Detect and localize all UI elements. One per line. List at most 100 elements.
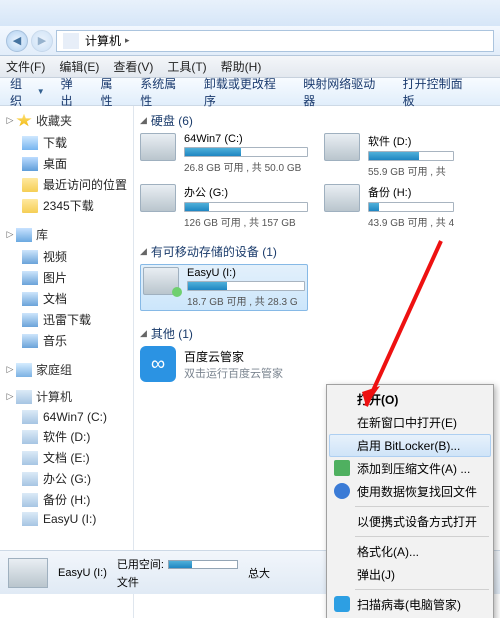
ctx-add-archive[interactable]: 添加到压缩文件(A) ... (329, 457, 491, 480)
usage-bar (368, 202, 454, 212)
drive-item[interactable]: 办公 (G:) 126 GB 可用 , 共 157 GB (140, 184, 308, 229)
ctx-format[interactable]: 格式化(A)... (329, 540, 491, 563)
usage-bar (184, 202, 308, 212)
sidebar: ▷收藏夹 下载 桌面 最近访问的位置 2345下载 ▷库 视频 图片 文档 迅雷… (0, 106, 134, 618)
homegroup-icon (16, 363, 32, 377)
main-area: ▷收藏夹 下载 桌面 最近访问的位置 2345下载 ▷库 视频 图片 文档 迅雷… (0, 106, 500, 618)
disk-icon (22, 430, 38, 444)
sidebar-item[interactable]: 迅雷下载 (4, 309, 129, 330)
shield-icon (334, 596, 350, 612)
section-other[interactable]: ◢其他 (1) (140, 325, 500, 342)
drive-item[interactable]: 软件 (D:) 55.9 GB 可用 , 共 (324, 133, 454, 178)
disk-icon (324, 184, 360, 212)
toolbar: 组织▼ 弹出 属性 系统属性 卸载或更改程序 映射网络驱动器 打开控制面板 (0, 78, 500, 106)
sidebar-item[interactable]: 备份 (H:) (4, 489, 129, 510)
drive-name: 办公 (G:) (184, 184, 308, 200)
titlebar (0, 0, 500, 26)
ctx-enable-bitlocker[interactable]: 启用 BitLocker(B)... (329, 434, 491, 457)
pictures-icon (22, 271, 38, 285)
drive-stat: 26.8 GB 可用 , 共 50.0 GB (184, 159, 308, 174)
status-disk-icon (8, 558, 48, 588)
usage-bar (184, 147, 308, 157)
sidebar-item[interactable]: 文档 (E:) (4, 447, 129, 468)
sidebar-homegroup-head[interactable]: ▷家庭组 (4, 361, 129, 378)
sidebar-item[interactable]: 桌面 (4, 153, 129, 174)
forward-button[interactable]: ▶ (31, 30, 53, 52)
menu-file[interactable]: 文件(F) (6, 58, 45, 75)
sidebar-homegroup: ▷家庭组 (4, 361, 129, 378)
sidebar-item[interactable]: 办公 (G:) (4, 468, 129, 489)
sidebar-item[interactable]: 文档 (4, 288, 129, 309)
recover-icon (334, 483, 350, 499)
sidebar-item[interactable]: 图片 (4, 267, 129, 288)
drive-stat: 55.9 GB 可用 , 共 (368, 163, 454, 178)
music-icon (22, 334, 38, 348)
drive-item[interactable]: 64Win7 (C:) 26.8 GB 可用 , 共 50.0 GB (140, 133, 308, 178)
toolbar-organize[interactable]: 组织▼ (10, 75, 45, 109)
sidebar-item[interactable]: 音乐 (4, 330, 129, 351)
menu-edit[interactable]: 编辑(E) (59, 58, 99, 75)
toolbar-uninstall[interactable]: 卸载或更改程序 (204, 75, 287, 109)
other-name: 百度云管家 (184, 348, 283, 365)
ctx-portable-open[interactable]: 以便携式设备方式打开 (329, 510, 491, 533)
usage-bar (187, 281, 305, 291)
drive-name: 64Win7 (C:) (184, 133, 308, 145)
ctx-open[interactable]: 打开(O) (329, 388, 491, 411)
ctx-separator (355, 589, 489, 590)
menu-view[interactable]: 查看(V) (113, 58, 153, 75)
ctx-open-new-window[interactable]: 在新窗口中打开(E) (329, 411, 491, 434)
sidebar-item[interactable]: 最近访问的位置 (4, 174, 129, 195)
menu-help[interactable]: 帮助(H) (221, 58, 262, 75)
other-item[interactable]: ∞ 百度云管家 双击运行百度云管家 (134, 346, 500, 382)
drive-stat: 18.7 GB 可用 , 共 28.3 G (187, 293, 305, 308)
drive-item[interactable]: 备份 (H:) 43.9 GB 可用 , 共 49 (324, 184, 454, 229)
toolbar-properties[interactable]: 属性 (100, 75, 124, 109)
drive-stat: 43.9 GB 可用 , 共 49 (368, 214, 454, 229)
documents-icon (22, 292, 38, 306)
sidebar-favorites: ▷收藏夹 下载 桌面 最近访问的位置 2345下载 (4, 112, 129, 216)
content-pane: ◢硬盘 (6) 64Win7 (C:) 26.8 GB 可用 , 共 50.0 … (134, 106, 500, 618)
sidebar-libraries: ▷库 视频 图片 文档 迅雷下载 音乐 (4, 226, 129, 351)
address-text: 计算机 (85, 32, 121, 49)
sidebar-item[interactable]: 视频 (4, 246, 129, 267)
toolbar-cpanel[interactable]: 打开控制面板 (403, 75, 474, 109)
library-icon (16, 228, 32, 242)
sidebar-item[interactable]: EasyU (I:) (4, 510, 129, 528)
computer-icon (63, 33, 79, 49)
nav-bar: ◀ ▶ 计算机 ▸ (0, 26, 500, 56)
computer-icon (16, 390, 32, 404)
sidebar-computer-head[interactable]: ▷计算机 (4, 388, 129, 405)
status-name: EasyU (I:) (58, 567, 107, 579)
disk-icon (324, 133, 360, 161)
drive-name: 软件 (D:) (368, 133, 454, 149)
back-button[interactable]: ◀ (6, 30, 28, 52)
usb-icon (22, 512, 38, 526)
section-removable[interactable]: ◢有可移动存储的设备 (1) (140, 243, 500, 260)
sidebar-item[interactable]: 2345下载 (4, 195, 129, 216)
toolbar-mapnet[interactable]: 映射网络驱动器 (303, 75, 386, 109)
address-crumb-arrow-icon: ▸ (125, 35, 130, 46)
ctx-scan-virus[interactable]: 扫描病毒(电脑管家) (329, 593, 491, 616)
section-hdd[interactable]: ◢硬盘 (6) (140, 112, 500, 129)
disk-icon (22, 493, 38, 507)
context-menu: 打开(O) 在新窗口中打开(E) 启用 BitLocker(B)... 添加到压… (326, 384, 494, 618)
drive-item-selected[interactable]: EasyU (I:) 18.7 GB 可用 , 共 28.3 G (140, 264, 308, 311)
sidebar-item[interactable]: 下载 (4, 132, 129, 153)
drive-name: EasyU (I:) (187, 267, 305, 279)
sidebar-item[interactable]: 64Win7 (C:) (4, 408, 129, 426)
sidebar-libraries-head[interactable]: ▷库 (4, 226, 129, 243)
address-bar[interactable]: 计算机 ▸ (56, 30, 494, 52)
toolbar-sysprops[interactable]: 系统属性 (140, 75, 188, 109)
ctx-eject[interactable]: 弹出(J) (329, 563, 491, 586)
toolbar-eject[interactable]: 弹出 (61, 75, 85, 109)
sidebar-item[interactable]: 软件 (D:) (4, 426, 129, 447)
star-icon (16, 114, 32, 128)
ctx-data-recover[interactable]: 使用数据恢复找回文件 (329, 480, 491, 503)
menu-tools[interactable]: 工具(T) (167, 58, 206, 75)
status-fs: 文件 (117, 574, 238, 590)
status-used: 已用空间: (117, 556, 238, 572)
desktop-icon (22, 157, 38, 171)
folder-icon (22, 199, 38, 213)
sidebar-favorites-head[interactable]: ▷收藏夹 (4, 112, 129, 129)
disk-icon (140, 184, 176, 212)
